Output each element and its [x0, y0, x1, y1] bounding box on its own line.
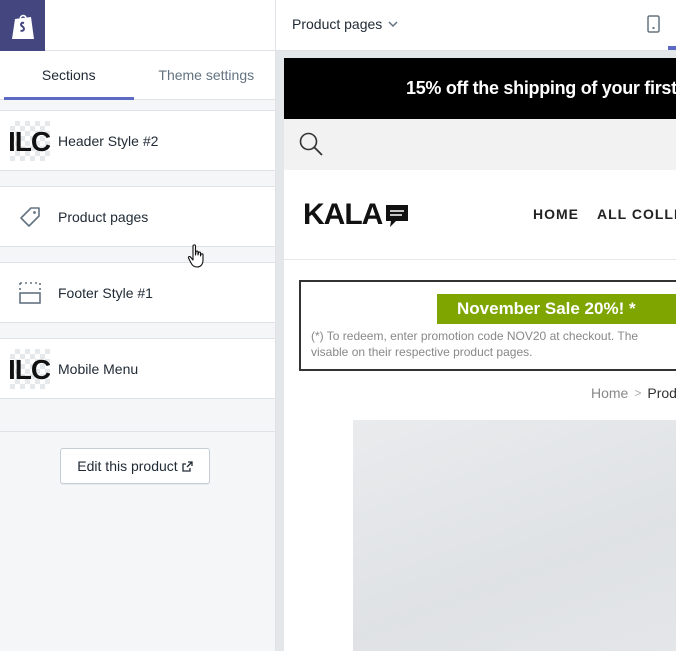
section-label: Product pages [58, 208, 149, 225]
shopify-logo[interactable] [0, 0, 45, 51]
breadcrumb-separator: > [634, 386, 642, 400]
nav-item-home[interactable]: HOME [533, 206, 579, 222]
ilc-logo-text: ILC [10, 353, 50, 385]
section-footer-style[interactable]: Footer Style #1 [0, 262, 275, 323]
section-label: Footer Style #1 [58, 284, 153, 301]
hand-cursor-icon [187, 244, 204, 268]
breadcrumb: Home > Products [591, 385, 676, 401]
store-header: KALA HOME ALL COLLECTIONS [284, 170, 676, 260]
search-icon[interactable] [298, 131, 324, 157]
breadcrumb-home[interactable]: Home [591, 385, 628, 401]
promo-note-line: visable on their respective product page… [311, 345, 533, 359]
section-header-style[interactable]: ILC Header Style #2 [0, 110, 275, 171]
top-bar: Product pages [0, 0, 676, 51]
promo-title: November Sale 20%! * [437, 294, 676, 324]
main-navigation: HOME ALL COLLECTIONS [533, 206, 676, 222]
search-bar [284, 119, 676, 170]
promo-note-line: (*) To redeem, enter promotion code NOV2… [311, 329, 639, 343]
mobile-device-icon [646, 15, 660, 33]
section-label: Mobile Menu [58, 360, 139, 377]
page-type-selector[interactable]: Product pages [292, 14, 398, 34]
device-preview-toggle[interactable] [643, 13, 663, 35]
promo-banner: November Sale 20%! * (*) To redeem, ente… [299, 280, 676, 371]
footer-layout-icon [10, 273, 50, 313]
breadcrumb-current: Products [647, 385, 676, 401]
product-image[interactable] [353, 420, 676, 651]
promo-note: (*) To redeem, enter promotion code NOV2… [311, 328, 676, 360]
store-preview: 15% off the shipping of your first order… [284, 58, 676, 651]
sidebar: Sections Theme settings ILC Header Style… [0, 51, 276, 651]
speech-bubble-logo-icon [386, 205, 409, 227]
ilc-logo-text: ILC [10, 125, 50, 157]
edit-product-label: Edit this product [77, 458, 178, 474]
chevron-down-icon [388, 21, 398, 27]
sidebar-divider [0, 431, 275, 432]
tab-sections[interactable]: Sections [0, 51, 138, 100]
announcement-bar[interactable]: 15% off the shipping of your first order [284, 58, 676, 119]
page-type-label: Product pages [292, 16, 383, 32]
tag-icon [10, 197, 50, 237]
ilc-logo-thumbnail: ILC [10, 348, 50, 389]
nav-item-all-collections[interactable]: ALL COLLECTIONS [597, 206, 676, 222]
ilc-logo-thumbnail: ILC [10, 120, 50, 161]
section-label: Header Style #2 [58, 132, 159, 149]
brand-name: KALA [303, 198, 383, 231]
external-link-icon [182, 460, 193, 472]
section-product-pages[interactable]: Product pages [0, 186, 275, 247]
section-mobile-menu[interactable]: ILC Mobile Menu [0, 338, 275, 399]
shopify-bag-icon [11, 14, 34, 39]
store-logo[interactable]: KALA [303, 198, 410, 232]
topbar-divider [275, 0, 276, 51]
theme-editor: Product pages Sections Theme settings IL… [0, 0, 676, 651]
tab-theme-settings[interactable]: Theme settings [138, 51, 276, 99]
edit-product-button[interactable]: Edit this product [60, 448, 210, 484]
active-indicator [668, 46, 676, 50]
sidebar-tabs: Sections Theme settings [0, 51, 275, 100]
